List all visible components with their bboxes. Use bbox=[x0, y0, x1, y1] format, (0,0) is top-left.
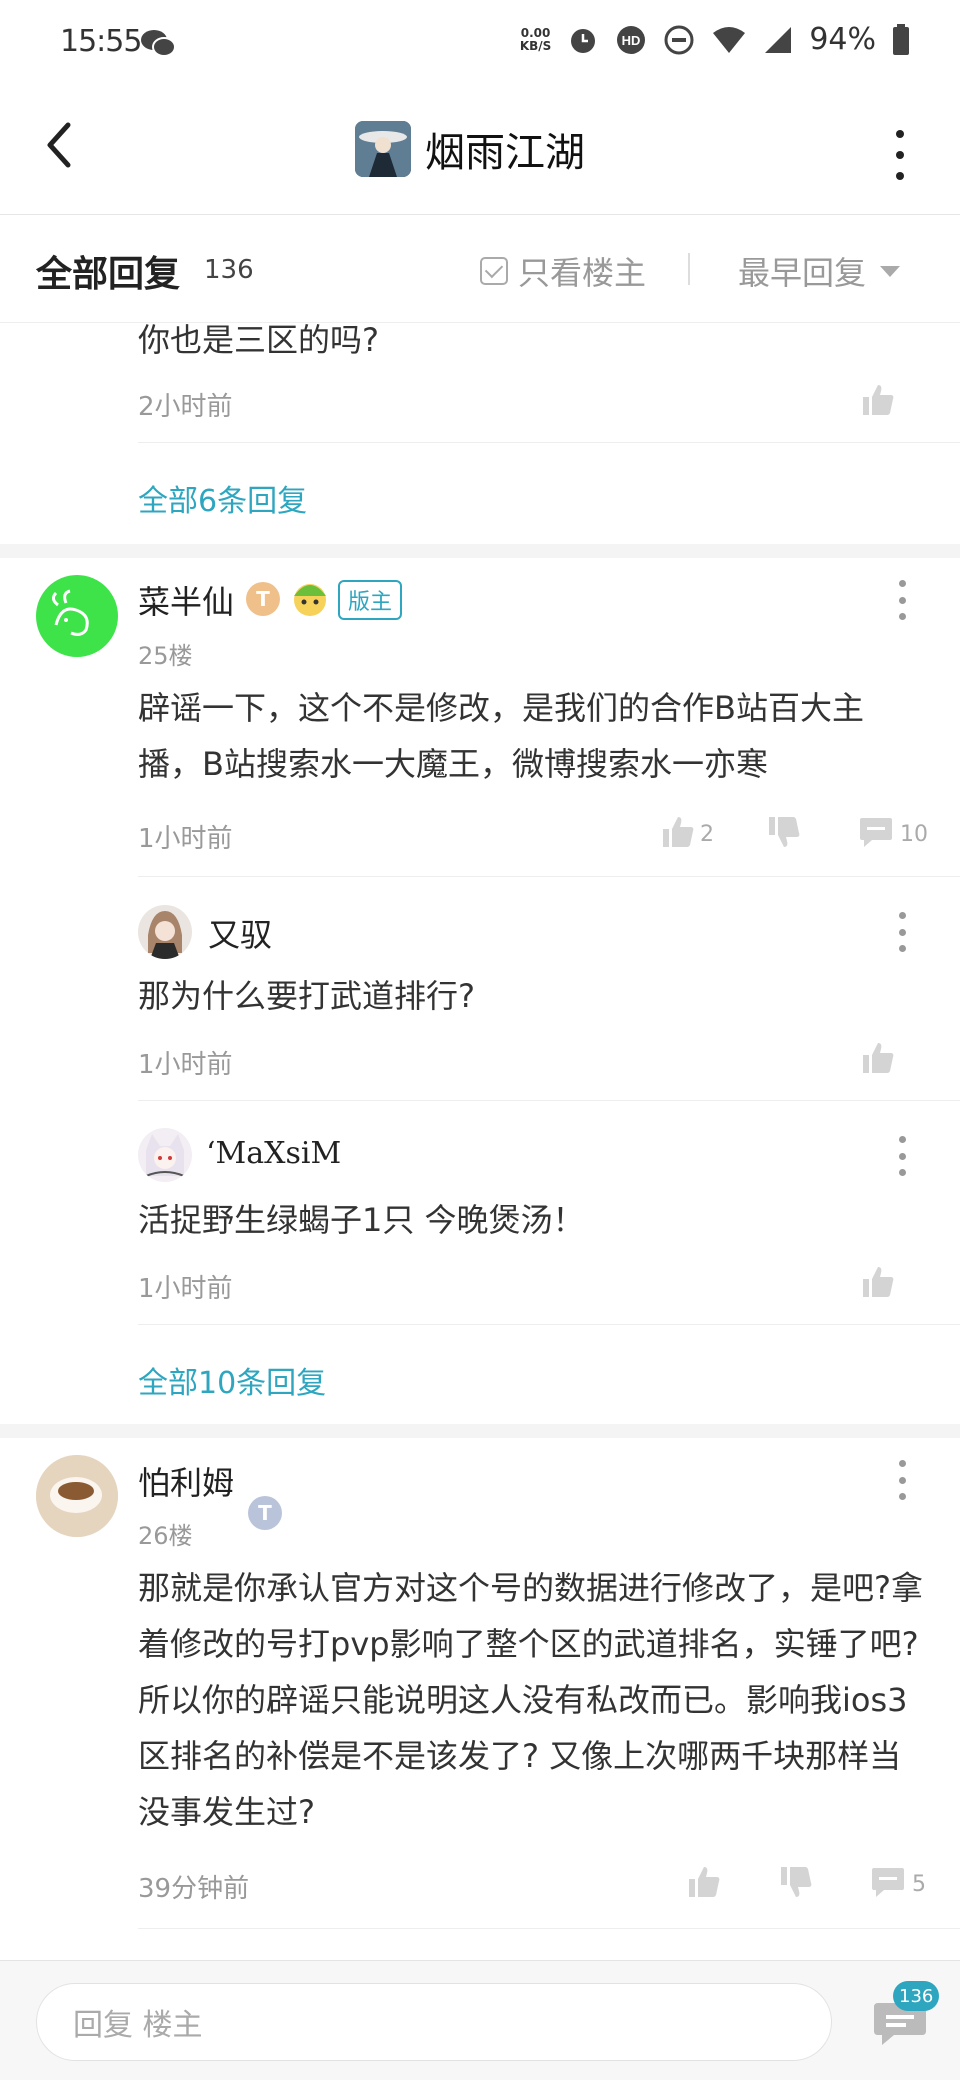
post-more-button[interactable] bbox=[896, 1460, 908, 1500]
like-icon[interactable] bbox=[686, 1864, 722, 1900]
wifi-icon bbox=[713, 26, 746, 53]
comment-count: 5 bbox=[912, 1872, 926, 1897]
chevron-down-icon bbox=[880, 265, 901, 277]
comment-icon[interactable] bbox=[870, 1864, 906, 1900]
divider bbox=[138, 1928, 960, 1929]
sort-dropdown[interactable]: 最早回复 bbox=[738, 248, 901, 294]
reply-more-button[interactable] bbox=[896, 1136, 908, 1176]
all-replies-label: 全部回复 bbox=[36, 254, 181, 295]
post-time: 39分钟前 bbox=[138, 1874, 250, 1904]
wechat-icon bbox=[141, 30, 176, 57]
svg-text:HD: HD bbox=[622, 33, 641, 48]
filter-bar: 全部回复 136 只看楼主 最早回复 bbox=[0, 215, 960, 323]
like-icon[interactable] bbox=[860, 1264, 896, 1300]
reply-time: 1小时前 bbox=[138, 1274, 233, 1304]
divider bbox=[138, 442, 960, 443]
character-badge-icon bbox=[294, 584, 326, 616]
reply-input[interactable]: 回复 楼主 bbox=[36, 1983, 832, 2061]
post-more-button[interactable] bbox=[896, 580, 908, 620]
status-bar: 15:55 0.00 KB/S HD 94% bbox=[0, 0, 960, 90]
more-options-button[interactable] bbox=[890, 130, 910, 180]
reply-author[interactable]: 又驭 bbox=[208, 910, 272, 956]
dnd-icon bbox=[664, 25, 694, 54]
app-bar: 烟雨江湖 bbox=[0, 90, 960, 215]
like-icon[interactable] bbox=[660, 814, 696, 850]
battery-icon bbox=[893, 23, 909, 55]
avatar[interactable] bbox=[36, 1455, 118, 1537]
reply-text: 你也是三区的吗? bbox=[138, 321, 379, 359]
floor-number: 26楼 bbox=[138, 1522, 193, 1550]
comment-count: 10 bbox=[900, 822, 928, 847]
scorpion-icon bbox=[51, 589, 89, 636]
net-speed-unit: KB/S bbox=[519, 38, 552, 53]
page-title-group: 烟雨江湖 bbox=[355, 120, 585, 178]
signal-icon bbox=[765, 26, 792, 53]
divider bbox=[138, 1324, 960, 1325]
author-name[interactable]: 怕利姆 bbox=[138, 1458, 234, 1504]
post-time: 1小时前 bbox=[138, 824, 233, 854]
level-badge-text: T bbox=[258, 1501, 272, 1525]
reply-avatar[interactable] bbox=[138, 905, 192, 959]
back-button[interactable] bbox=[30, 115, 90, 175]
hd-icon: HD bbox=[617, 25, 646, 54]
author-name[interactable]: 菜半仙 bbox=[138, 577, 234, 623]
net-speed-value: 0.00 bbox=[520, 25, 551, 40]
page-title: 烟雨江湖 bbox=[425, 130, 585, 176]
game-logo bbox=[355, 121, 411, 177]
battery-percent: 94% bbox=[809, 22, 876, 57]
avatar[interactable] bbox=[36, 575, 118, 657]
section-divider bbox=[0, 1424, 960, 1438]
level-badge-text: T bbox=[256, 587, 270, 611]
net-speed: 0.00 KB/S bbox=[519, 25, 552, 53]
alarm-icon bbox=[571, 28, 596, 53]
anime-cat-girl-icon bbox=[145, 1134, 185, 1177]
reply-time: 2小时前 bbox=[138, 392, 233, 422]
comment-icon[interactable] bbox=[858, 814, 894, 850]
view-all-replies-link[interactable]: 全部10条回复 bbox=[138, 1358, 326, 1402]
moderator-badge: 版主 bbox=[338, 580, 403, 620]
reply-author[interactable]: ‘MaXsiM bbox=[206, 1136, 341, 1171]
level-badge: T bbox=[248, 1496, 282, 1530]
comment-total-badge: 136 bbox=[893, 1981, 940, 2011]
post-content: 那就是你承认官方对这个号的数据进行修改了，是吧?拿着修改的号打pvp影响了整个区… bbox=[138, 1569, 923, 1831]
only-op-label: 只看楼主 bbox=[518, 254, 647, 292]
floor-number: 25楼 bbox=[138, 642, 193, 670]
reply-placeholder: 回复 楼主 bbox=[73, 2008, 203, 2043]
dislike-icon[interactable] bbox=[778, 1864, 814, 1900]
like-icon[interactable] bbox=[860, 382, 896, 418]
only-op-toggle[interactable]: 只看楼主 bbox=[480, 248, 646, 294]
post-content: 辟谣一下，这个不是修改，是我们的合作B站百大主播，B站搜索水一大魔王，微博搜索水… bbox=[138, 689, 864, 783]
divider bbox=[138, 876, 960, 877]
teacup-icon bbox=[36, 1455, 118, 1537]
status-time: 15:55 bbox=[60, 24, 142, 59]
reply-time: 1小时前 bbox=[138, 1050, 233, 1080]
divider bbox=[138, 1100, 960, 1101]
swordsman-icon bbox=[355, 121, 411, 177]
divider bbox=[688, 253, 690, 285]
only-op-checkbox[interactable] bbox=[480, 257, 508, 285]
reply-bar: 回复 楼主 136 bbox=[0, 1960, 960, 2080]
sort-label: 最早回复 bbox=[738, 254, 867, 292]
reply-count: 136 bbox=[204, 255, 254, 285]
section-divider bbox=[0, 544, 960, 558]
status-icons: 0.00 KB/S HD 94% bbox=[520, 22, 910, 57]
level-badge: T bbox=[246, 582, 280, 616]
reply-text: 活捉野生绿蝎子1只 今晚煲汤！ bbox=[138, 1201, 585, 1239]
view-all-replies-link[interactable]: 全部6条回复 bbox=[138, 476, 307, 520]
like-count: 2 bbox=[700, 822, 714, 847]
reply-more-button[interactable] bbox=[896, 912, 908, 952]
anime-girl-icon bbox=[148, 911, 182, 959]
reply-text: 那为什么要打武道排行? bbox=[138, 977, 475, 1015]
dislike-icon[interactable] bbox=[766, 814, 802, 850]
reply-avatar[interactable] bbox=[138, 1128, 192, 1182]
like-icon[interactable] bbox=[860, 1040, 896, 1076]
